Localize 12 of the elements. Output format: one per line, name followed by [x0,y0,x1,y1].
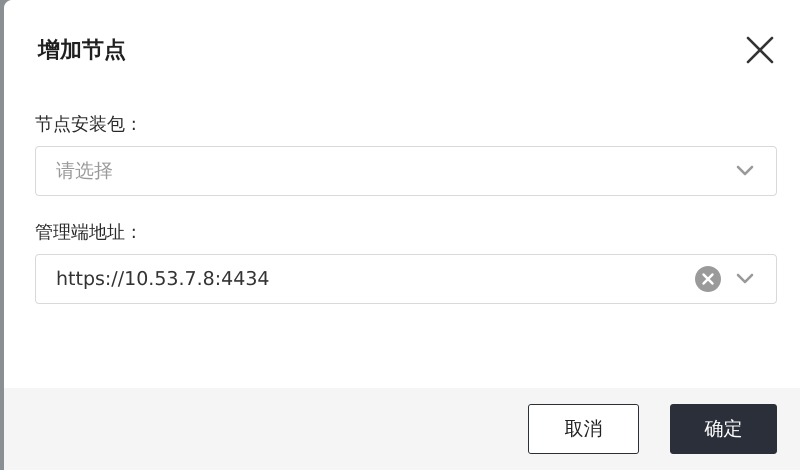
field-value: https://10.53.7.8:4434 [56,268,271,290]
chevron-icon [736,273,754,285]
close-icon[interactable] [746,36,774,64]
field-placeholder: 请选择 [56,159,114,184]
confirm-button[interactable]: 确定 [670,404,777,454]
field-label: 管理端地址 : [35,221,138,244]
field-label: 节点安装包 : [35,113,138,136]
select-field[interactable]: https://10.53.7.8:4434 [35,254,777,304]
cancel-button[interactable]: 取消 [528,404,639,454]
chevron-icon [736,165,754,177]
dialog-title: 增加节点 [38,37,126,65]
clear-icon[interactable] [695,266,721,292]
